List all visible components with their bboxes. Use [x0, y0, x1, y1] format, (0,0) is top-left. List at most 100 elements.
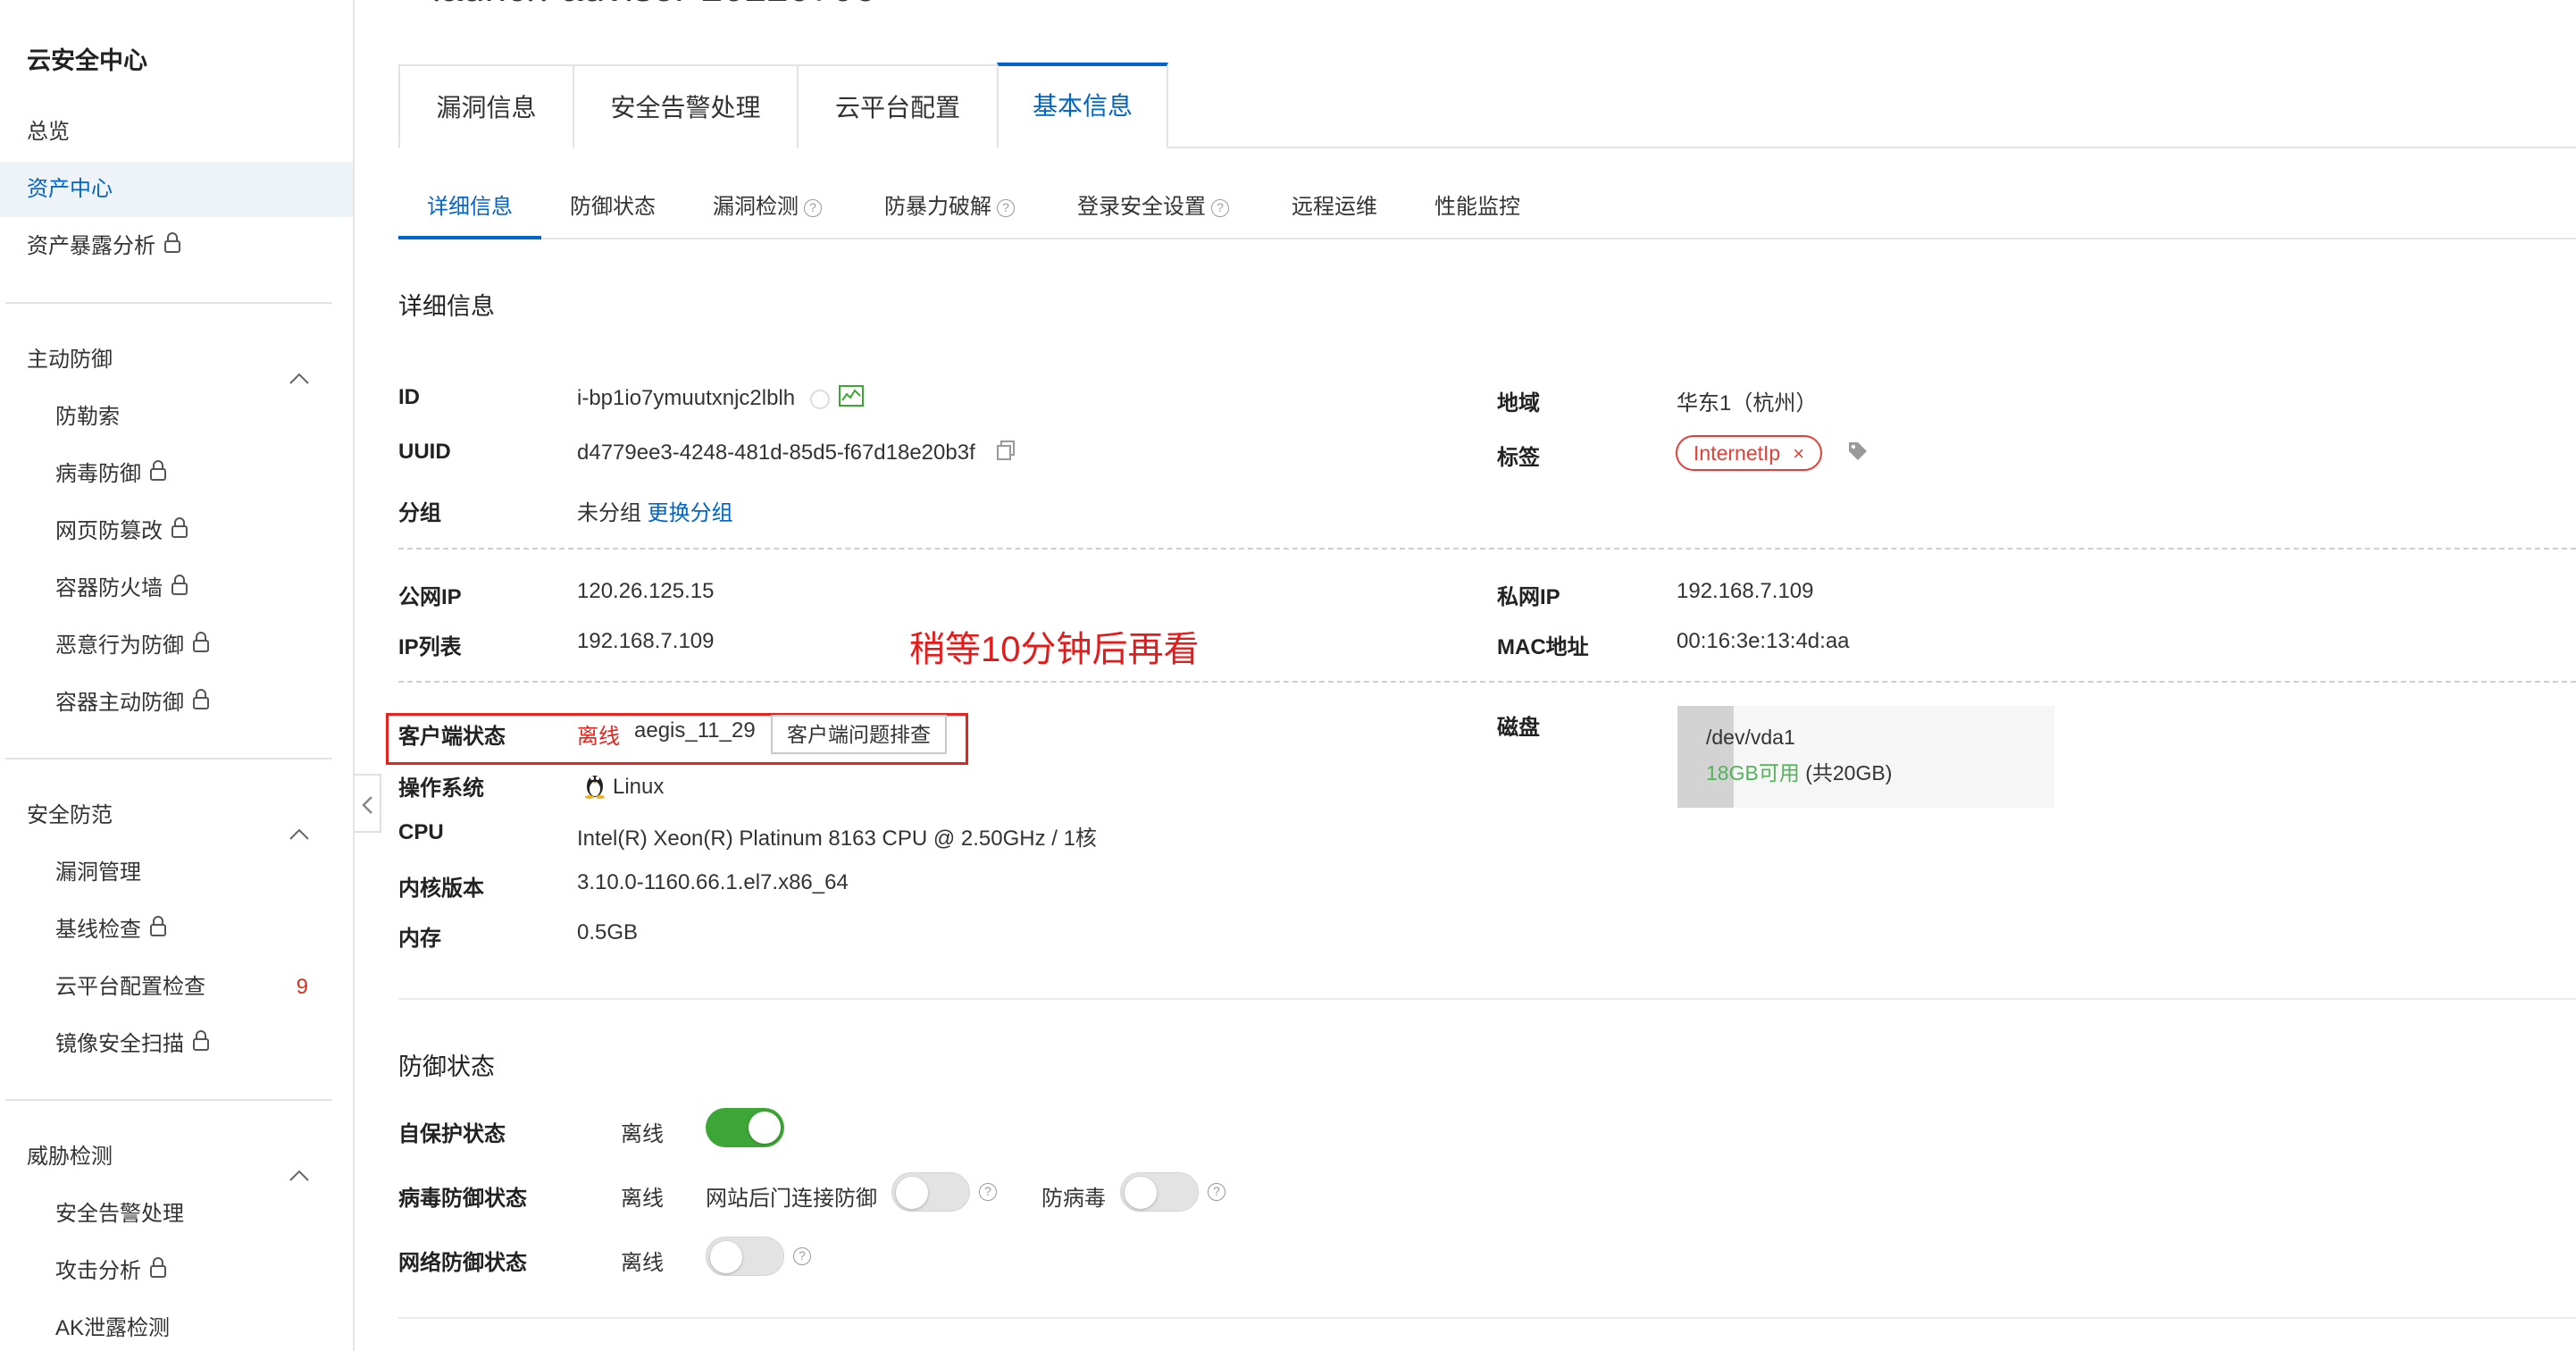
tag-chip[interactable]: InternetIp × [1676, 435, 1823, 471]
subtab-brute-force[interactable]: 防暴力破解? [884, 182, 1015, 239]
sidebar-item-label: 资产暴露分析 [27, 234, 155, 258]
sidebar-item-cloud-config-check[interactable]: 云平台配置检查 9 [0, 960, 353, 1015]
sidebar-item-label: AK泄露检测 [55, 1316, 171, 1340]
subtab-vulnerability-detection[interactable]: 漏洞检测? [713, 182, 822, 239]
subtab-label: 远程运维 [1292, 195, 1377, 219]
uuid-text: d4779ee3-4248-481d-85d5-f67d18e20b3f [577, 440, 975, 465]
help-icon[interactable]: ? [979, 1183, 997, 1201]
tab-label: 安全告警处理 [610, 94, 761, 122]
troubleshoot-button[interactable]: 客户端问题排查 [771, 715, 947, 754]
subtab-label: 性能监控 [1434, 195, 1520, 219]
id-label: ID [398, 385, 420, 409]
subtab-login-security[interactable]: 登录安全设置? [1077, 182, 1229, 239]
subtab-label: 漏洞检测 [713, 195, 799, 219]
os-label: 操作系统 [398, 776, 484, 801]
subtab-label: 防御状态 [570, 195, 656, 219]
disk-total-value: (共20GB) [1805, 761, 1893, 785]
tab-label: 云平台配置 [834, 94, 960, 122]
self-protect-toggle[interactable] [706, 1108, 784, 1147]
sidebar-collapse-button[interactable] [355, 774, 381, 833]
subtab-defense-status[interactable]: 防御状态 [570, 182, 656, 239]
uuid-label: UUID [398, 440, 451, 464]
sidebar-group-security-prevention[interactable]: 安全防范 [0, 788, 353, 843]
change-group-link[interactable]: 更换分组 [648, 501, 733, 525]
sidebar-item-virus-defense[interactable]: 病毒防御 [0, 447, 353, 502]
sidebar-item-vulnerability-management[interactable]: 漏洞管理 [0, 845, 353, 901]
subtab-remote-ops[interactable]: 远程运维 [1292, 182, 1377, 239]
os-text: Linux [613, 774, 665, 799]
section-title-defense: 防御状态 [398, 1053, 495, 1080]
memory-value: 0.5GB [577, 920, 639, 944]
sidebar-group-label: 安全防范 [27, 803, 113, 827]
monitor-chart-icon[interactable] [839, 385, 865, 413]
region-value: 华东1（杭州） [1677, 391, 1818, 415]
sidebar-item-asset-center[interactable]: 资产中心 [0, 162, 353, 217]
tag-text: InternetIp [1694, 441, 1781, 465]
toggle-knob [896, 1177, 928, 1209]
subtab-label: 登录安全设置 [1077, 195, 1206, 219]
sidebar-item-label: 镜像安全扫描 [55, 1032, 184, 1056]
subtab-details[interactable]: 详细信息 [398, 182, 541, 239]
lock-icon [170, 562, 189, 617]
sidebar-item-label: 安全告警处理 [55, 1202, 184, 1226]
help-icon[interactable]: ? [804, 198, 822, 217]
subtab-performance[interactable]: 性能监控 [1434, 182, 1520, 239]
self-protect-status: 离线 [621, 1122, 664, 1146]
tag-icon[interactable] [1847, 441, 1869, 466]
lock-icon [170, 505, 189, 560]
sidebar-group-threat-detection[interactable]: 威胁检测 [0, 1129, 353, 1185]
sidebar-item-attack-analysis[interactable]: 攻击分析 [0, 1244, 353, 1299]
webshell-toggle[interactable] [891, 1172, 970, 1212]
sidebar-group-active-defense[interactable]: 主动防御 [0, 332, 353, 388]
main-tabs: 漏洞信息 安全告警处理 云平台配置 基本信息 [398, 63, 2576, 148]
help-icon[interactable]: ? [1208, 1183, 1225, 1201]
antivirus-toggle[interactable] [1120, 1172, 1199, 1212]
sidebar-item-container-firewall[interactable]: 容器防火墙 [0, 561, 353, 617]
sidebar-item-anti-ransomware[interactable]: 防勒索 [0, 390, 353, 445]
tag-label: 标签 [1497, 446, 1540, 470]
subtab-label: 详细信息 [427, 195, 513, 219]
uuid-value: d4779ee3-4248-481d-85d5-f67d18e20b3f [577, 440, 1016, 467]
tab-alert-handling[interactable]: 安全告警处理 [573, 64, 799, 148]
cpu-label: CPU [398, 820, 444, 844]
sidebar-item-overview[interactable]: 总览 [0, 105, 353, 160]
sub-tabs: 详细信息 防御状态 漏洞检测? 防暴力破解? 登录安全设置? 远程运维 性能监控 [398, 182, 2576, 239]
virus-defense-label: 病毒防御状态 [398, 1187, 527, 1211]
client-version: aegis_11_29 [634, 718, 756, 743]
sidebar-item-label: 病毒防御 [55, 462, 141, 486]
client-status-label: 客户端状态 [398, 725, 506, 749]
sidebar-item-container-active-defense[interactable]: 容器主动防御 [0, 676, 353, 731]
tab-cloud-config[interactable]: 云平台配置 [797, 64, 999, 148]
divider [398, 1317, 2576, 1319]
sidebar-item-alert-handling[interactable]: 安全告警处理 [0, 1187, 353, 1242]
sidebar-title: 云安全中心 [27, 47, 147, 74]
close-icon[interactable]: × [1793, 442, 1804, 465]
group-text: 未分组 [577, 501, 641, 525]
sidebar-item-asset-exposure[interactable]: 资产暴露分析 [0, 219, 353, 274]
sidebar-item-image-scan[interactable]: 镜像安全扫描 [0, 1017, 353, 1072]
copy-icon[interactable] [995, 440, 1016, 467]
help-icon[interactable]: ? [793, 1247, 811, 1265]
tab-vulnerability-info[interactable]: 漏洞信息 [398, 64, 574, 148]
network-defense-toggle[interactable] [706, 1237, 784, 1276]
subtab-label: 防暴力破解 [884, 195, 991, 219]
mac-value: 00:16:3e:13:4d:aa [1677, 629, 1850, 653]
help-icon[interactable]: ? [997, 198, 1015, 217]
toggle-knob [1125, 1177, 1157, 1209]
instance-id: i-bp1io7ymuutxnjc2lblh [577, 385, 796, 410]
public-ip-label: 公网IP [398, 585, 462, 609]
tab-basic-info[interactable]: 基本信息 [997, 63, 1168, 148]
sidebar-item-ak-leak[interactable]: AK泄露检测 [0, 1301, 353, 1351]
disk-device: /dev/vda1 [1706, 726, 1795, 749]
sidebar-item-baseline-check[interactable]: 基线检查 [0, 902, 353, 958]
help-icon[interactable]: ? [1211, 198, 1229, 217]
lock-icon [148, 1245, 168, 1300]
sidebar-item-label: 恶意行为防御 [55, 634, 184, 658]
sidebar-item-web-tamper[interactable]: 网页防篡改 [0, 504, 353, 559]
annotation-text: 稍等10分钟后再看 [909, 630, 1200, 669]
page-title: < launch-advisor-20220706 [398, 0, 876, 11]
sidebar-item-malicious-behavior[interactable]: 恶意行为防御 [0, 618, 353, 674]
id-value: i-bp1io7ymuutxnjc2lblh [577, 385, 865, 413]
disk-usage-card: /dev/vda1 18GB可用 (共20GB) [1677, 706, 2054, 808]
sidebar-divider [5, 1099, 332, 1101]
